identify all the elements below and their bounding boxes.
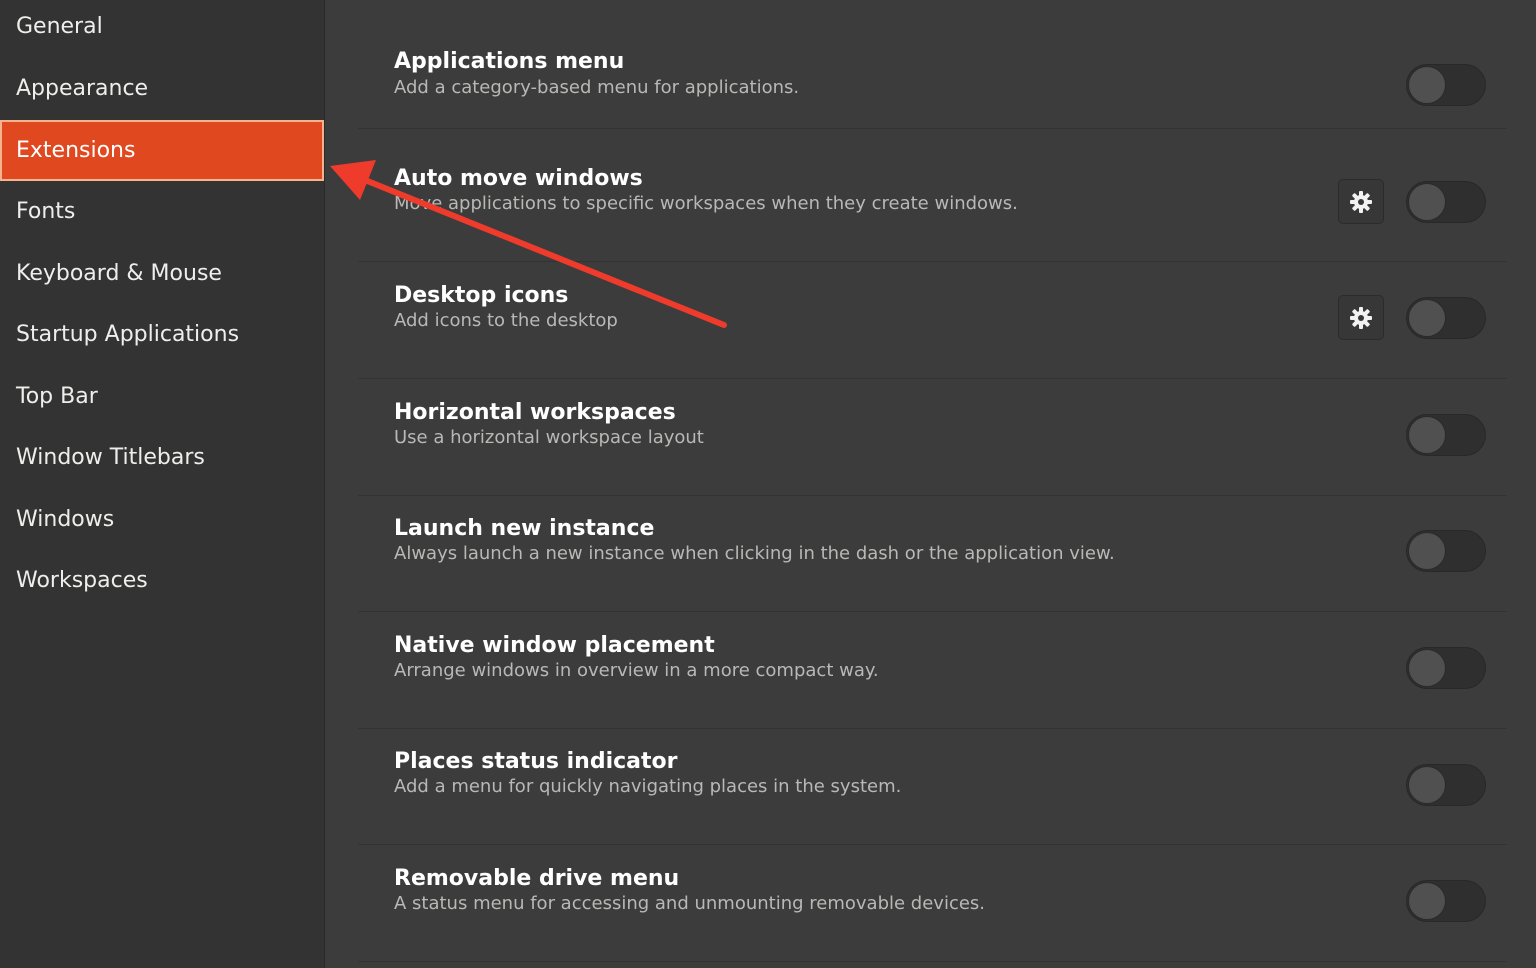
extension-toggle[interactable] <box>1406 764 1486 806</box>
sidebar-item-top-bar[interactable]: Top Bar <box>0 366 324 427</box>
extension-row-desktop-icons: Desktop icons Add icons to the desktop <box>358 262 1507 379</box>
sidebar-item-fonts[interactable]: Fonts <box>0 181 324 242</box>
extension-description: Add a menu for quickly navigating places… <box>394 776 902 797</box>
toggle-knob <box>1408 649 1446 687</box>
extension-toggle[interactable] <box>1406 414 1486 456</box>
toggle-knob <box>1408 766 1446 804</box>
toggle-knob <box>1408 882 1446 920</box>
extension-toggle[interactable] <box>1406 181 1486 223</box>
extension-toggle[interactable] <box>1406 64 1486 106</box>
extension-title: Auto move windows <box>394 166 643 191</box>
sidebar-item-keyboard-mouse[interactable]: Keyboard & Mouse <box>0 243 324 304</box>
sidebar-item-appearance[interactable]: Appearance <box>0 58 324 119</box>
extension-toggle[interactable] <box>1406 297 1486 339</box>
gear-icon <box>1350 190 1372 213</box>
sidebar: General Appearance Extensions Fonts Keyb… <box>0 0 325 968</box>
extension-description: Use a horizontal workspace layout <box>394 427 704 448</box>
extension-description: Always launch a new instance when clicki… <box>394 543 1115 564</box>
sidebar-item-general[interactable]: General <box>0 0 324 57</box>
extension-title: Horizontal workspaces <box>394 400 676 425</box>
sidebar-item-extensions[interactable]: Extensions <box>0 120 324 181</box>
extension-title: Places status indicator <box>394 749 678 774</box>
extension-description: Add a category-based menu for applicatio… <box>394 77 800 98</box>
extension-title: Native window placement <box>394 633 715 658</box>
toggle-knob <box>1408 416 1446 454</box>
extension-row-native-window-placement: Native window placement Arrange windows … <box>358 612 1507 729</box>
toggle-knob <box>1408 183 1446 221</box>
extension-row-places-status-indicator: Places status indicator Add a menu for q… <box>358 728 1507 845</box>
extension-toggle[interactable] <box>1406 647 1486 689</box>
extension-title: Launch new instance <box>394 516 655 541</box>
extension-settings-button[interactable] <box>1338 295 1384 340</box>
extension-row-horizontal-workspaces: Horizontal workspaces Use a horizontal w… <box>358 379 1507 496</box>
extension-description: Move applications to specific workspaces… <box>394 193 1018 214</box>
extension-row-removable-drive-menu: Removable drive menu A status menu for a… <box>358 845 1507 962</box>
sidebar-item-workspaces[interactable]: Workspaces <box>0 550 324 611</box>
sidebar-item-startup-applications[interactable]: Startup Applications <box>0 304 324 365</box>
extension-settings-button[interactable] <box>1338 179 1384 224</box>
extension-description: Add icons to the desktop <box>394 310 618 331</box>
extension-description: A status menu for accessing and unmounti… <box>394 893 986 914</box>
toggle-knob <box>1408 66 1446 104</box>
toggle-knob <box>1408 299 1446 337</box>
sidebar-item-window-titlebars[interactable]: Window Titlebars <box>0 427 324 488</box>
extension-toggle[interactable] <box>1406 880 1486 922</box>
extension-row-applications-menu: Applications menu Add a category-based m… <box>358 12 1507 129</box>
extension-toggle[interactable] <box>1406 530 1486 572</box>
extensions-panel: Applications menu Add a category-based m… <box>325 0 1536 968</box>
toggle-knob <box>1408 532 1446 570</box>
extension-row-launch-new-instance: Launch new instance Always launch a new … <box>358 495 1507 612</box>
extension-title: Removable drive menu <box>394 866 680 891</box>
gear-icon <box>1350 306 1372 329</box>
sidebar-item-windows[interactable]: Windows <box>0 489 324 550</box>
extension-title: Desktop icons <box>394 283 569 308</box>
extension-description: Arrange windows in overview in a more co… <box>394 660 879 681</box>
extension-row-auto-move-windows: Auto move windows Move applications to s… <box>358 145 1507 262</box>
extension-title: Applications menu <box>394 49 625 74</box>
